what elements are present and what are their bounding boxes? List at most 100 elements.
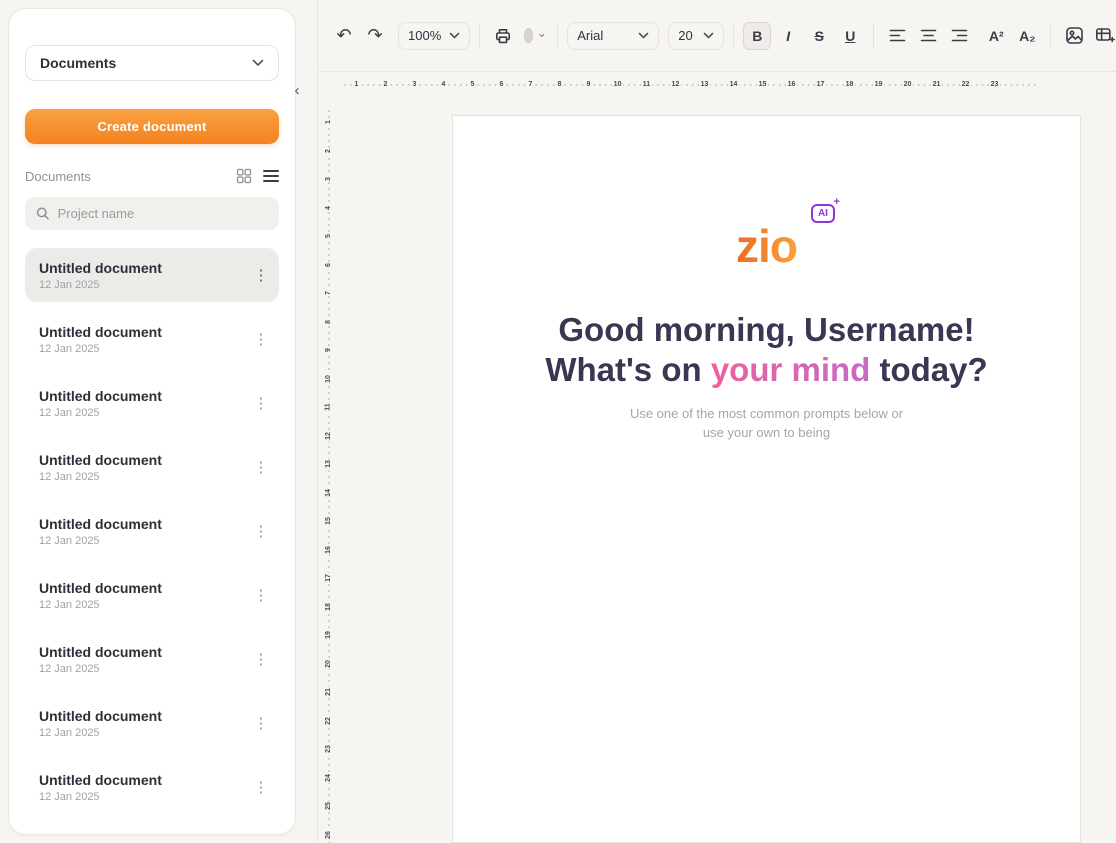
chevron-down-icon	[539, 32, 545, 39]
greeting-highlight: your mind	[711, 351, 871, 388]
document-list-item[interactable]: Untitled document 12 Jan 2025 ⋮	[25, 568, 279, 622]
ruler-number: 7	[323, 290, 335, 296]
zoom-value: 100%	[408, 28, 441, 43]
ruler-number: 23	[989, 80, 1001, 90]
chevron-down-icon	[638, 32, 649, 39]
undo-button[interactable]: ↶	[330, 22, 358, 50]
ruler-number: 12	[670, 80, 682, 90]
ruler-number: 18	[323, 602, 335, 612]
ruler-number: 12	[323, 431, 335, 441]
align-left-button[interactable]	[883, 22, 911, 50]
documents-list-header: Documents	[25, 168, 279, 184]
ruler-number: 15	[757, 80, 769, 90]
ruler-number: 3	[411, 80, 419, 90]
document-menu-button[interactable]: ⋮	[249, 324, 273, 354]
ruler-number: 9	[323, 347, 335, 353]
editor-toolbar: ↶ ↷ 100% Arial	[318, 0, 1116, 72]
workspace-selector-dropdown[interactable]: Documents	[25, 45, 279, 81]
chevron-down-icon	[449, 32, 460, 39]
ruler-number: 10	[612, 80, 624, 90]
document-list-item[interactable]: Untitled document 12 Jan 2025 ⋮	[25, 504, 279, 558]
grid-view-icon[interactable]	[236, 168, 252, 184]
align-right-icon	[951, 29, 968, 42]
ruler-number: 1	[323, 119, 335, 125]
ruler-number: 4	[440, 80, 448, 90]
editor-main: ↶ ↷ 100% Arial	[317, 0, 1116, 843]
font-size-select[interactable]: 20	[668, 22, 724, 50]
greeting-line1: Good morning, Username!	[453, 310, 1080, 350]
redo-button[interactable]: ↷	[361, 22, 389, 50]
sidebar-collapse-button[interactable]: ‹	[289, 80, 305, 100]
app-root: Documents Create document Documents	[0, 0, 1116, 843]
italic-button[interactable]: I	[774, 22, 802, 50]
ruler-number: 10	[323, 374, 335, 384]
insert-table-button[interactable]	[1091, 22, 1116, 50]
align-right-button[interactable]	[945, 22, 973, 50]
ruler-number: 5	[469, 80, 477, 90]
font-size-value: 20	[678, 28, 692, 43]
documents-section-label: Documents	[25, 169, 236, 184]
ruler-number: 23	[323, 744, 335, 754]
document-menu-button[interactable]: ⋮	[249, 516, 273, 546]
document-list-item[interactable]: Untitled document 12 Jan 2025 ⋮	[25, 440, 279, 494]
ruler-number: 4	[323, 205, 335, 211]
document-title: Untitled document	[39, 708, 249, 724]
ruler-number: 6	[498, 80, 506, 90]
document-list-item[interactable]: Untitled document 12 Jan 2025 ⋮	[25, 632, 279, 686]
insert-table-icon	[1095, 26, 1115, 45]
document-list-item[interactable]: Untitled document 12 Jan 2025 ⋮	[25, 696, 279, 750]
document-menu-button[interactable]: ⋮	[249, 644, 273, 674]
document-list-item[interactable]: Untitled document 12 Jan 2025 ⋮	[25, 248, 279, 302]
print-button[interactable]	[489, 22, 517, 50]
document-menu-button[interactable]: ⋮	[249, 260, 273, 290]
ruler-number: 17	[323, 573, 335, 583]
ruler-number: 8	[323, 319, 335, 325]
ruler-number: 15	[323, 516, 335, 526]
document-menu-button[interactable]: ⋮	[249, 580, 273, 610]
document-list-item[interactable]: Untitled document 12 Jan 2025 ⋮	[25, 760, 279, 814]
document-date: 12 Jan 2025	[39, 535, 249, 547]
ruler-number: 13	[699, 80, 711, 90]
document-menu-button[interactable]: ⋮	[249, 452, 273, 482]
document-list-item[interactable]: Untitled document 12 Jan 2025 ⋮	[25, 312, 279, 366]
document-title: Untitled document	[39, 580, 249, 596]
font-family-value: Arial	[577, 28, 603, 43]
underline-button[interactable]: U	[836, 22, 864, 50]
vertical-ruler: 1 2 3 4 5 6 7 8 9 10 11 12	[323, 108, 335, 843]
document-date: 12 Jan 2025	[39, 471, 249, 483]
strikethrough-button[interactable]: S	[805, 22, 833, 50]
create-document-button[interactable]: Create document	[25, 109, 279, 144]
subscript-button[interactable]: A₂	[1013, 22, 1041, 50]
document-title: Untitled document	[39, 324, 249, 340]
ruler-number: 2	[323, 148, 335, 154]
ruler-number: 22	[323, 716, 335, 726]
text-color-button[interactable]	[520, 22, 548, 50]
ruler-number: 9	[585, 80, 593, 90]
document-date: 12 Jan 2025	[39, 663, 249, 675]
bold-button[interactable]: B	[743, 22, 771, 50]
document-menu-button[interactable]: ⋮	[249, 708, 273, 738]
document-menu-button[interactable]: ⋮	[249, 388, 273, 418]
document-page-canvas[interactable]: zio AI + Good morning, Username! What's …	[452, 115, 1081, 843]
insert-image-icon	[1065, 26, 1084, 45]
ruler-number: 22	[960, 80, 972, 90]
ruler-number: 13	[323, 459, 335, 469]
ruler-number: 2	[382, 80, 390, 90]
align-center-button[interactable]	[914, 22, 942, 50]
document-menu-button[interactable]: ⋮	[249, 772, 273, 802]
search-icon	[36, 206, 50, 221]
greeting-heading: Good morning, Username! What's on your m…	[453, 310, 1080, 390]
insert-image-button[interactable]	[1060, 22, 1088, 50]
ruler-number: 1	[353, 80, 361, 90]
search-input[interactable]	[58, 206, 268, 221]
font-family-select[interactable]: Arial	[567, 22, 659, 50]
document-date: 12 Jan 2025	[39, 727, 249, 739]
document-list-item[interactable]: Untitled document 12 Jan 2025 ⋮	[25, 376, 279, 430]
document-title: Untitled document	[39, 772, 249, 788]
zoom-select[interactable]: 100%	[398, 22, 470, 50]
document-date: 12 Jan 2025	[39, 599, 249, 611]
superscript-button[interactable]: A²	[982, 22, 1010, 50]
chevron-down-icon	[703, 32, 714, 39]
list-view-icon[interactable]	[263, 169, 279, 183]
align-center-icon	[920, 29, 937, 42]
